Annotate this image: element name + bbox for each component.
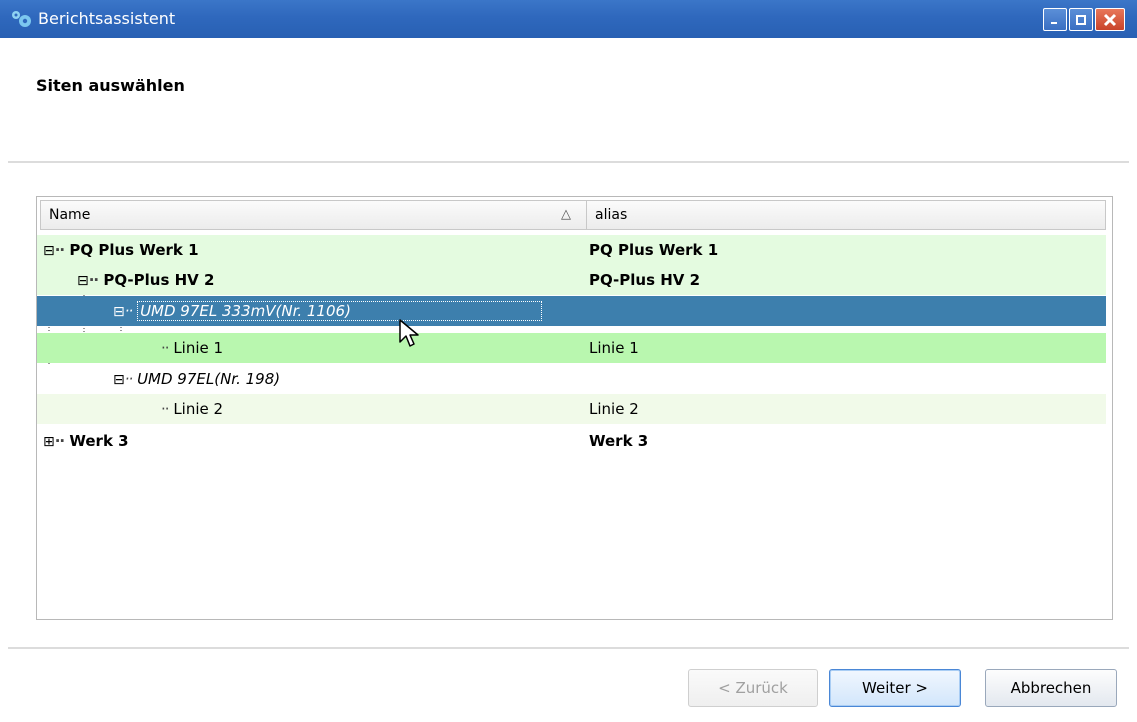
tree-row-name: UMD 97EL 333mV(Nr. 1106): [137, 301, 542, 321]
column-header-alias-label: alias: [595, 207, 628, 223]
next-button[interactable]: Weiter >: [829, 669, 961, 707]
tree-row-alias: Linie 1: [589, 339, 639, 357]
minimize-button[interactable]: [1043, 8, 1067, 31]
tree-row-name: Werk 3: [69, 432, 129, 450]
tree-row-name: PQ Plus Werk 1: [69, 241, 199, 259]
window-titlebar: Berichtsassistent: [0, 0, 1137, 38]
collapse-icon[interactable]: ⊟: [113, 304, 125, 320]
tree-row-selected[interactable]: ⊟·· UMD 97EL 333mV(Nr. 1106): [37, 296, 1106, 326]
tree-row-name: UMD 97EL(Nr. 198): [137, 370, 281, 388]
minimize-icon: [1051, 21, 1057, 24]
tree-row-alias: PQ Plus Werk 1: [589, 241, 719, 259]
tree-row-name-cell: ⊟·· PQ Plus Werk 1: [43, 241, 199, 259]
gear-icon: [12, 11, 31, 27]
tree-row-name-cell: ⊞·· Werk 3: [43, 432, 129, 450]
collapse-icon[interactable]: ⊟: [113, 372, 125, 388]
collapse-icon[interactable]: ⊟: [77, 273, 89, 289]
cancel-button-label: Abbrechen: [1010, 679, 1092, 697]
header-divider: [8, 161, 1129, 163]
close-icon: [1103, 13, 1117, 26]
tree-row[interactable]: ·· Linie 2 Linie 2: [37, 394, 1106, 424]
tree-row-name-cell: ⊟·· UMD 97EL(Nr. 198): [113, 370, 281, 388]
tree-row-name: Linie 1: [173, 339, 224, 357]
back-button-label: < Zurück: [718, 679, 788, 697]
tree-row-name: Linie 2: [173, 400, 224, 418]
maximize-icon: [1076, 14, 1086, 25]
tree-row-alias: Linie 2: [589, 400, 639, 418]
mouse-cursor-icon: [399, 319, 419, 347]
collapse-icon[interactable]: ⊟: [43, 243, 55, 259]
tree-row[interactable]: ⊞·· Werk 3 Werk 3: [37, 426, 1106, 456]
back-button[interactable]: < Zurück: [688, 669, 818, 707]
tree-row[interactable]: ⊟·· UMD 97EL(Nr. 198): [37, 364, 1106, 394]
site-tree[interactable]: Name △ alias ⊟·· PQ Plus Werk 1 PQ Plus …: [36, 196, 1113, 620]
tree-row-name-cell: ⊟·· UMD 97EL 333mV(Nr. 1106): [113, 296, 542, 327]
tree-row[interactable]: ⊟·· PQ Plus Werk 1 PQ Plus Werk 1: [37, 235, 1106, 265]
maximize-button[interactable]: [1069, 8, 1093, 31]
column-header-alias[interactable]: alias: [587, 201, 1105, 229]
close-button[interactable]: [1095, 8, 1125, 31]
tree-row-alias: Werk 3: [589, 432, 649, 450]
page-heading: Siten auswählen: [36, 76, 185, 95]
cancel-button[interactable]: Abbrechen: [985, 669, 1117, 707]
next-button-label: Weiter >: [862, 679, 928, 697]
tree-row-name-cell: ·· Linie 1: [161, 339, 224, 357]
tree-row[interactable]: ·· Linie 1 Linie 1: [37, 333, 1106, 363]
tree-row-alias: PQ-Plus HV 2: [589, 271, 701, 289]
tree-row-name-cell: ·· Linie 2: [161, 400, 224, 418]
sort-ascending-icon: △: [561, 207, 571, 222]
tree-row[interactable]: ⊟·· PQ-Plus HV 2 PQ-Plus HV 2: [37, 265, 1106, 295]
expand-icon[interactable]: ⊞: [43, 434, 55, 450]
window-title: Berichtsassistent: [38, 9, 176, 28]
tree-row-name-cell: ⊟·· PQ-Plus HV 2: [77, 271, 215, 289]
tree-row-name: PQ-Plus HV 2: [103, 271, 215, 289]
footer-divider: [8, 647, 1129, 649]
